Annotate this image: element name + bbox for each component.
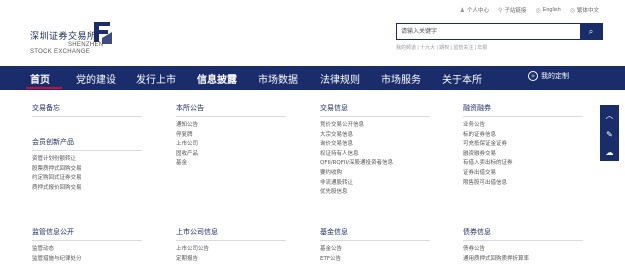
menu-link[interactable]: 资管计划份额转让 bbox=[32, 155, 142, 165]
top-link-english[interactable]: ◎ English bbox=[535, 6, 560, 14]
nav-rules[interactable]: 法律规则 bbox=[320, 71, 360, 86]
column-title[interactable]: 交易备忘 bbox=[32, 103, 142, 113]
menu-link[interactable]: 融资融券交易 bbox=[463, 150, 583, 160]
menu-link[interactable]: 停复牌 bbox=[176, 131, 286, 141]
menu-link[interactable]: QFII/RQFII/深股通投资者信息 bbox=[320, 159, 430, 169]
column-title[interactable]: 基金信息 bbox=[320, 227, 430, 237]
menu-link[interactable]: 非流通股转让 bbox=[320, 179, 430, 189]
search-button[interactable]: ⌕ bbox=[580, 24, 602, 39]
top-link-traditional[interactable]: ◎ 繁体中文 bbox=[569, 6, 599, 15]
divider bbox=[463, 240, 583, 241]
menu-link[interactable]: 基金公告 bbox=[320, 245, 430, 255]
menu-link[interactable]: 上市公司公告 bbox=[176, 245, 286, 255]
logo-cn: 深圳证券交易所 bbox=[30, 32, 97, 42]
menu-link[interactable]: 基金 bbox=[176, 159, 286, 169]
menu-link[interactable]: 大宗交易信息 bbox=[320, 131, 430, 141]
globe-icon: ◎ bbox=[535, 7, 541, 14]
column-title[interactable]: 本所公告 bbox=[176, 103, 286, 113]
menu-column-listed-company: 上市公司信息 上市公司公告 定期报告 bbox=[176, 227, 286, 264]
column-title[interactable]: 融资融券 bbox=[463, 103, 583, 113]
side-toolbar: ︿ ✎ ☁ bbox=[600, 105, 619, 161]
nav-active-indicator bbox=[26, 87, 62, 89]
top-link-subsites[interactable]: ⚲ 子站链接 bbox=[498, 6, 526, 15]
menu-link[interactable]: 要约收购 bbox=[320, 169, 430, 179]
divider bbox=[32, 116, 142, 117]
globe-icon: ◎ bbox=[569, 7, 575, 14]
menu-link[interactable]: 固收产品 bbox=[176, 150, 286, 160]
nav-about[interactable]: 关于本所 bbox=[442, 71, 482, 86]
divider bbox=[32, 240, 142, 241]
divider bbox=[176, 116, 286, 117]
nav-listing[interactable]: 发行上市 bbox=[136, 71, 176, 86]
menu-link[interactable]: 约定购回式证券交易 bbox=[32, 174, 142, 184]
logo-en-exchange: STOCK EXCHANGE bbox=[30, 49, 91, 55]
menu-link[interactable]: 股票质押式回购交易 bbox=[32, 165, 142, 175]
menu-link[interactable]: 通用质押式回购质押折算率 bbox=[463, 255, 583, 265]
column-title[interactable]: 监管信息公开 bbox=[32, 227, 142, 237]
chat-icon[interactable]: ☁ bbox=[606, 148, 614, 157]
menu-column-trade-memo: 交易备忘 bbox=[32, 103, 142, 121]
menu-link[interactable]: 限售股可出借信息 bbox=[463, 179, 583, 189]
divider bbox=[463, 116, 583, 117]
menu-link[interactable]: 可充抵保证金证券 bbox=[463, 140, 583, 150]
nav-services[interactable]: 市场服务 bbox=[381, 71, 421, 86]
menu-column-announcements: 本所公告 通知公告 停复牌 上市公司 固收产品 基金 bbox=[176, 103, 286, 169]
menu-column-regulatory: 监管信息公开 监管动态 监管措施与纪律处分 bbox=[32, 227, 142, 264]
edit-icon[interactable]: ✎ bbox=[606, 130, 613, 139]
menu-link[interactable]: 通知公告 bbox=[176, 121, 286, 131]
menu-link[interactable]: 权证持有人信息 bbox=[320, 150, 430, 160]
menu-link[interactable]: 上市公司 bbox=[176, 140, 286, 150]
menu-link[interactable]: 询价交易信息 bbox=[320, 140, 430, 150]
chevron-up-icon[interactable]: ︿ bbox=[606, 110, 614, 121]
column-title[interactable]: 交易信息 bbox=[320, 103, 430, 113]
column-title[interactable]: 上市公司信息 bbox=[176, 227, 286, 237]
menu-column-fund: 基金信息 基金公告 ETF公告 bbox=[320, 227, 430, 264]
menu-link[interactable]: 质押式报价回购交易 bbox=[32, 184, 142, 194]
search-input[interactable] bbox=[397, 24, 580, 39]
menu-link[interactable]: 债券公告 bbox=[463, 245, 583, 255]
menu-column-margin-trading: 融资融券 业务公告 标的证券信息 可充抵保证金证券 融资融券交易 有借入卖出标的… bbox=[463, 103, 583, 188]
menu-link[interactable]: 有借入卖出标的证券 bbox=[463, 159, 583, 169]
compass-icon: ✧ bbox=[528, 71, 538, 81]
column-title[interactable]: 债券信息 bbox=[463, 227, 583, 237]
menu-column-trade-info: 交易信息 竞价交易公开信息 大宗交易信息 询价交易信息 权证持有人信息 QFII… bbox=[320, 103, 430, 198]
menu-link[interactable]: 标的证券信息 bbox=[463, 131, 583, 141]
top-links: ♟ 个人中心 ⚲ 子站链接 ◎ English ◎ 繁体中文 bbox=[460, 6, 599, 14]
header: 深圳证券交易所 SHENZHEN STOCK EXCHANGE ♟ 个人中心 ⚲ 子… bbox=[0, 0, 625, 64]
column-title[interactable]: 会员创新产品 bbox=[32, 137, 142, 147]
menu-link[interactable]: 监管动态 bbox=[32, 245, 142, 255]
divider bbox=[32, 150, 142, 151]
nav-party[interactable]: 党的建设 bbox=[76, 71, 116, 86]
menu-column-bond: 债券信息 债券公告 通用质押式回购质押折算率 bbox=[463, 227, 583, 264]
menu-link[interactable]: 竞价交易公开信息 bbox=[320, 121, 430, 131]
top-link-personal[interactable]: ♟ 个人中心 bbox=[459, 6, 489, 15]
my-custom-button[interactable]: ✧ 我的定制 bbox=[528, 71, 569, 81]
nav-market-data[interactable]: 市场数据 bbox=[258, 71, 298, 86]
divider bbox=[320, 240, 430, 241]
szse-logo-mark-icon bbox=[94, 22, 112, 44]
menu-link[interactable]: 定期报告 bbox=[176, 255, 286, 265]
menu-link[interactable]: 监管措施与纪律处分 bbox=[32, 255, 142, 265]
hot-keywords[interactable]: 我的频道 | 十九大 | 期权 | 监管关注 | 年报 bbox=[396, 44, 487, 51]
link-icon: ⚲ bbox=[498, 7, 503, 14]
menu-link[interactable]: ETF公告 bbox=[320, 255, 430, 265]
menu-link[interactable]: 业务公告 bbox=[463, 121, 583, 131]
divider bbox=[176, 240, 286, 241]
menu-link[interactable]: 优先股信息 bbox=[320, 188, 430, 198]
person-icon: ♟ bbox=[459, 7, 465, 14]
search-icon: ⌕ bbox=[588, 26, 594, 36]
search-box: ⌕ bbox=[396, 23, 603, 40]
logo[interactable]: 深圳证券交易所 SHENZHEN STOCK EXCHANGE bbox=[30, 20, 112, 62]
divider bbox=[320, 116, 430, 117]
nav-disclosure[interactable]: 信息披露 bbox=[197, 71, 237, 86]
menu-column-member-products: 会员创新产品 资管计划份额转让 股票质押式回购交易 约定购回式证券交易 质押式报… bbox=[32, 137, 142, 193]
nav-home[interactable]: 首页 bbox=[30, 71, 50, 86]
menu-link[interactable]: 证券出借交易 bbox=[463, 169, 583, 179]
main-nav: 首页 党的建设 发行上市 信息披露 市场数据 法律规则 市场服务 关于本所 ✧ … bbox=[0, 66, 625, 90]
